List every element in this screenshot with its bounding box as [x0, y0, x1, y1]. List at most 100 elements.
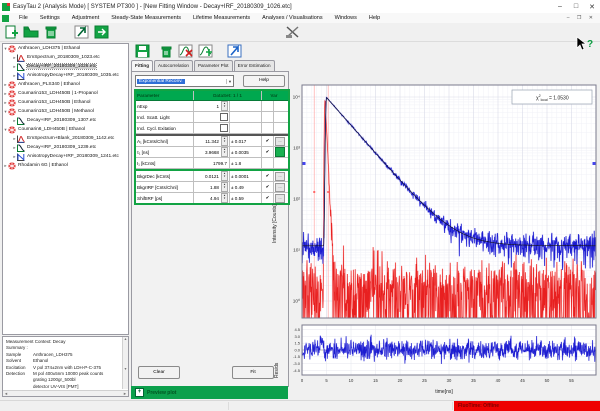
parameter-value-cell[interactable]: 4.94▲▼ — [194, 193, 230, 203]
minimize-button[interactable]: – — [552, 3, 568, 11]
clear-button[interactable]: Clear — [138, 366, 180, 379]
tree-group-row[interactable]: ▾Coumarin6_LDH450B | Ethanol — [3, 125, 128, 134]
more-options-button[interactable]: ... — [275, 172, 285, 181]
more-options-button[interactable]: ... — [275, 137, 285, 146]
vary-checkbox-cell[interactable]: ✔ — [262, 193, 274, 203]
fit-button[interactable]: Fit — [232, 366, 274, 379]
delete-fit-button[interactable] — [157, 43, 175, 59]
option-checkbox[interactable] — [220, 113, 228, 121]
vary-checkbox-cell[interactable] — [262, 112, 274, 122]
tree-file-label[interactable]: Decay+IRF_20180309_1307.etc — [27, 118, 96, 123]
vary-checkbox-cell[interactable]: ✔ — [262, 147, 274, 157]
option-checkbox[interactable] — [220, 124, 228, 132]
summary-horizontal-scrollbar[interactable]: ◄► — [3, 390, 128, 396]
tree-file-row[interactable]: ▸Decay+IRF_20180309_1239.etc — [3, 143, 128, 152]
tree-group-row[interactable]: ▸Anthracen_PLS340 | Ethanol — [3, 80, 128, 89]
maximize-button[interactable]: □ — [568, 3, 584, 11]
spinner-icon[interactable]: ▲▼ — [221, 171, 228, 181]
menu-lifetime[interactable]: Lifetime Measurements — [187, 15, 256, 21]
tree-group-row[interactable]: ▸Coumarin153_LDH450B | 1-Propanol — [3, 89, 128, 98]
tree-group-label[interactable]: Rhodamin 6G | Ethanol — [18, 163, 68, 168]
tree-group-label[interactable]: Anthracen_LDH375 | Ethanol — [18, 46, 80, 51]
spinner-icon[interactable]: ▲▼ — [221, 193, 228, 203]
remove-dataset-button[interactable] — [177, 43, 195, 59]
new-measurement-button[interactable] — [2, 24, 20, 40]
parameter-options-cell[interactable]: ... — [274, 171, 286, 181]
parameter-options-cell[interactable] — [274, 112, 286, 122]
residuals-plot[interactable]: 4.53.01.50.0-1.5-3.0-4.50510152025303540… — [290, 324, 598, 388]
menu-file[interactable]: File — [13, 15, 34, 21]
parameter-value-cell[interactable]: 3.9668▲▼ — [194, 147, 230, 157]
tree-group-label[interactable]: Coumarin153_LDH450B | Ethanol — [18, 100, 90, 105]
parameter-value-cell[interactable]: 11.342▲▼ — [194, 136, 230, 146]
tree-file-label[interactable]: Decay+IRF_20180309_1026.etc — [27, 64, 96, 69]
tree-group-row[interactable]: ▾Anthracen_LDH375 | Ethanol — [3, 44, 128, 53]
tree-file-row[interactable]: ▸EmSpectrum_20180309_1023.etc — [3, 53, 128, 62]
tree-file-row[interactable]: ▸AnisotropyDecay+IRF_20180309_1035.etc — [3, 71, 128, 80]
child-window-controls[interactable]: – ❐ ✕ — [567, 15, 600, 21]
parameter-value-cell[interactable] — [194, 112, 230, 122]
tree-file-row[interactable]: ▸Decay+IRF_20180309_1307.etc — [3, 116, 128, 125]
child-window-icon[interactable] — [2, 15, 9, 22]
tree-group-label[interactable]: Coumarin153_LDH450B | Methanol — [18, 109, 94, 114]
preview-plot-bar[interactable]: + Preview plot — [131, 386, 288, 399]
spinner-icon[interactable]: ▲▼ — [221, 147, 228, 157]
help-button[interactable]: Help — [243, 75, 285, 87]
vary-checkbox-cell[interactable]: ✔ — [262, 136, 274, 146]
vary-checkbox-cell[interactable] — [262, 158, 274, 168]
tree-file-label[interactable]: EmSpectrum_20180309_1023.etc — [27, 55, 100, 60]
parameter-options-cell[interactable] — [274, 147, 286, 157]
tab-autocorrelation[interactable]: Autocorrelation — [154, 60, 193, 71]
parameter-value-cell[interactable]: 0.0121▲▼ — [194, 171, 230, 181]
vary-checkbox-cell[interactable] — [262, 123, 274, 133]
spinner-icon[interactable]: ▲▼ — [221, 182, 228, 192]
menu-analyses[interactable]: Analyses / Visualisations — [256, 15, 328, 21]
save-fit-button[interactable] — [133, 43, 151, 59]
parameter-options-cell[interactable] — [274, 101, 286, 111]
vary-checkbox-cell[interactable] — [262, 101, 274, 111]
add-dataset-button[interactable] — [197, 43, 215, 59]
spinner-icon[interactable]: ▲▼ — [221, 101, 228, 111]
menu-adjustment[interactable]: Adjustment — [66, 15, 106, 21]
parameter-value-cell[interactable]: 1.88▲▼ — [194, 182, 230, 192]
tree-group-row[interactable]: ▸Rhodamin 6G | Ethanol — [3, 161, 128, 170]
more-options-button[interactable]: ... — [275, 194, 285, 203]
open-button[interactable] — [22, 24, 40, 40]
parameter-options-cell[interactable]: ... — [274, 136, 286, 146]
parameter-options-cell[interactable]: ... — [274, 182, 286, 192]
link-indicator[interactable] — [275, 147, 285, 157]
measurement-wizard-button[interactable] — [284, 24, 302, 40]
tree-file-label[interactable]: AnisotropyDecay+IRF_20180309_1241.etc — [27, 154, 119, 159]
fit-model-select[interactable]: Exponential Reconv. ▼ — [135, 75, 234, 87]
menu-steady-state[interactable]: Steady-State Measurements — [105, 15, 187, 21]
delete-button[interactable] — [42, 24, 60, 40]
parameter-value-cell[interactable]: 1799.7 — [194, 158, 230, 168]
menu-settings[interactable]: Settings — [34, 15, 66, 21]
pick-data-button[interactable] — [225, 43, 243, 59]
spinner-icon[interactable]: ▲▼ — [221, 136, 228, 146]
tree-file-row[interactable]: ▸EmSpectrum+Blank_20180309_1142.etc — [3, 134, 128, 143]
parameter-options-cell[interactable]: ... — [274, 193, 286, 203]
menu-help[interactable]: Help — [363, 15, 386, 21]
parameter-value-cell[interactable]: 1▲▼ — [194, 101, 230, 111]
tree-group-row[interactable]: ▸Coumarin153_LDH450B | Ethanol — [3, 98, 128, 107]
tree-file-row[interactable]: ▸AnisotropyDecay+IRF_20180309_1241.etc — [3, 152, 128, 161]
tree-file-row[interactable]: ▸Decay+IRF_20180309_1026.etc — [3, 62, 128, 71]
summary-vertical-scrollbar[interactable]: ▲▼ — [122, 337, 128, 389]
tab-parameter-plot[interactable]: Parameter Plot — [194, 60, 233, 71]
select-tool-button[interactable] — [72, 24, 90, 40]
tab-error-estimation[interactable]: Error Estimation — [234, 60, 275, 71]
menu-windows[interactable]: Windows — [329, 15, 363, 21]
tab-fitting[interactable]: Fitting — [131, 60, 153, 71]
exit-button[interactable] — [92, 24, 110, 40]
tree-file-label[interactable]: EmSpectrum+Blank_20180309_1142.etc — [27, 136, 114, 141]
parameter-options-cell[interactable] — [274, 158, 286, 168]
close-button[interactable]: ✕ — [584, 3, 600, 11]
vary-checkbox-cell[interactable]: ✔ — [262, 182, 274, 192]
more-options-button[interactable]: ... — [275, 183, 285, 192]
tree-file-label[interactable]: Decay+IRF_20180309_1239.etc — [27, 145, 96, 150]
parameter-value-cell[interactable] — [194, 123, 230, 133]
tree-file-label[interactable]: AnisotropyDecay+IRF_20180309_1035.etc — [27, 73, 119, 78]
vary-checkbox-cell[interactable]: ✔ — [262, 171, 274, 181]
tree-group-row[interactable]: ▾Coumarin153_LDH450B | Methanol — [3, 107, 128, 116]
